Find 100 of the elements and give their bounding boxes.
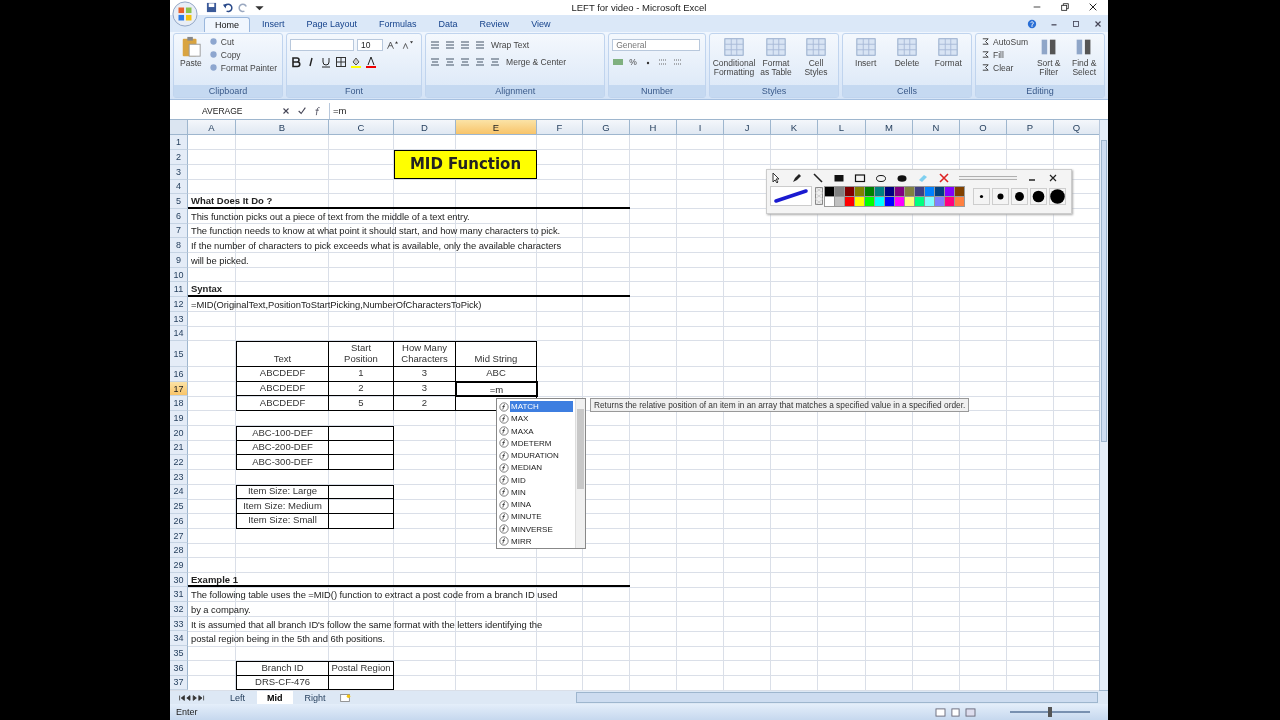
ribbon-tab[interactable]: Home	[204, 16, 250, 32]
insert-function-icon[interactable]	[313, 105, 323, 116]
align-icon[interactable]	[474, 38, 487, 51]
column-header[interactable]: K	[771, 120, 818, 136]
scrollbar[interactable]	[575, 399, 585, 549]
ribbon-button[interactable]: Cell Styles	[797, 35, 835, 78]
column-header[interactable]: P	[1007, 120, 1054, 136]
color-swatch[interactable]	[885, 196, 894, 206]
autocomplete-item[interactable]: MINVERSE	[510, 523, 573, 535]
row-header[interactable]: 16	[170, 367, 188, 382]
ribbon-button[interactable]: Format as Table	[757, 35, 795, 78]
color-swatch[interactable]	[915, 196, 924, 206]
autocomplete-item[interactable]: MDURATION	[510, 450, 573, 462]
filled-rectangle-icon[interactable]	[833, 172, 845, 185]
column-header[interactable]: C	[329, 120, 394, 136]
row-header[interactable]: 34	[170, 631, 188, 647]
column-header[interactable]: Q	[1054, 120, 1099, 136]
transparent-swatch-icon[interactable]	[815, 187, 823, 206]
color-swatch[interactable]	[895, 186, 904, 196]
sheet-tab[interactable]: Left	[220, 691, 255, 705]
column-header[interactable]: J	[724, 120, 771, 136]
align-icon[interactable]	[459, 38, 472, 51]
shrink-font-icon[interactable]	[401, 38, 413, 51]
horizontal-scrollbar[interactable]	[576, 692, 1098, 704]
color-swatch[interactable]	[885, 186, 894, 196]
pen-icon[interactable]	[791, 172, 803, 185]
row-header[interactable]: 15	[170, 341, 188, 368]
color-swatch[interactable]	[955, 186, 964, 196]
grow-font-icon[interactable]	[386, 38, 398, 51]
color-swatch[interactable]	[945, 196, 954, 206]
column-header[interactable]: D	[394, 120, 456, 136]
column-header[interactable]: B	[236, 120, 329, 136]
color-swatch[interactable]	[955, 196, 964, 206]
row-header[interactable]: 35	[170, 646, 188, 661]
pen-size-icon[interactable]	[992, 187, 1009, 205]
align-icon[interactable]	[429, 38, 442, 51]
color-swatch[interactable]	[875, 186, 884, 196]
row-header[interactable]: 5	[170, 194, 188, 209]
row-header[interactable]: 29	[170, 558, 188, 573]
select-all-button[interactable]	[170, 120, 188, 136]
ribbon-button[interactable]: Delete	[887, 35, 927, 68]
color-swatch[interactable]	[845, 186, 854, 196]
pointer-icon[interactable]	[770, 172, 782, 185]
zoom-slider-thumb[interactable]	[1048, 707, 1052, 718]
clear-icon[interactable]	[938, 172, 950, 185]
row-header[interactable]: 22	[170, 455, 188, 470]
cancel-icon[interactable]	[281, 105, 291, 116]
color-swatch[interactable]	[925, 186, 934, 196]
font-color-icon[interactable]	[365, 55, 377, 68]
undo-icon[interactable]	[222, 1, 233, 13]
autocomplete-item[interactable]: MDETERM	[510, 437, 573, 449]
close-icon[interactable]	[1093, 18, 1103, 29]
bold-icon[interactable]	[290, 55, 302, 68]
autocomplete-item[interactable]: MATCH	[510, 401, 573, 413]
align-icon[interactable]	[489, 55, 502, 68]
close-icon[interactable]	[1088, 2, 1098, 13]
sheet-tab[interactable]: Right	[294, 691, 336, 705]
ribbon-button[interactable]: Format	[928, 35, 968, 68]
save-icon[interactable]	[206, 1, 217, 13]
font-size-field[interactable]: 10	[357, 38, 383, 51]
pen-size-icon[interactable]	[1011, 187, 1028, 205]
vertical-scrollbar[interactable]	[1099, 120, 1108, 691]
column-header[interactable]: E	[456, 120, 537, 136]
filled-ellipse-icon[interactable]	[896, 172, 908, 185]
page-layout-view-icon[interactable]	[950, 707, 961, 717]
borders-icon[interactable]	[335, 55, 347, 68]
row-header[interactable]: 8	[170, 238, 188, 253]
pen-size-icon[interactable]	[1049, 187, 1066, 205]
autocomplete-item[interactable]: MEDIAN	[510, 462, 573, 474]
row-header[interactable]: 11	[170, 282, 188, 298]
row-header[interactable]: 31	[170, 587, 188, 603]
color-swatch[interactable]	[825, 186, 834, 196]
row-header[interactable]: 32	[170, 602, 188, 617]
pen-size-icon[interactable]	[973, 187, 990, 205]
column-header[interactable]: A	[188, 120, 236, 136]
autocomplete-item[interactable]: MIN	[510, 486, 573, 498]
paste-button[interactable]: Paste	[177, 35, 205, 68]
column-header[interactable]: O	[960, 120, 1007, 136]
column-header[interactable]: L	[818, 120, 866, 136]
autocomplete-item[interactable]: MINUTE	[510, 511, 573, 523]
ribbon-tab[interactable]: Page Layout	[296, 16, 368, 32]
column-header[interactable]: M	[866, 120, 913, 136]
color-swatch[interactable]	[875, 196, 884, 206]
ribbon-button[interactable]: Sort & Filter	[1031, 35, 1066, 78]
restore-icon[interactable]	[1071, 18, 1081, 29]
align-icon[interactable]	[474, 55, 487, 68]
color-swatch[interactable]	[935, 186, 944, 196]
ribbon-button[interactable]: Cut	[206, 35, 279, 48]
row-header[interactable]: 25	[170, 499, 188, 514]
ribbon-button[interactable]: Fill	[979, 48, 1030, 61]
align-icon[interactable]	[429, 55, 442, 68]
ribbon-tab[interactable]: Insert	[252, 16, 295, 32]
color-swatch[interactable]	[845, 196, 854, 206]
pen-size-icon[interactable]	[1030, 187, 1047, 205]
autocomplete-item[interactable]: MAXA	[510, 425, 573, 437]
ribbon-button[interactable]: Conditional Formatting	[713, 35, 755, 78]
column-header[interactable]: F	[537, 120, 583, 136]
active-cell[interactable]: =m	[455, 380, 538, 398]
color-swatch[interactable]	[855, 196, 864, 206]
autocomplete-item[interactable]: MINA	[510, 499, 573, 511]
